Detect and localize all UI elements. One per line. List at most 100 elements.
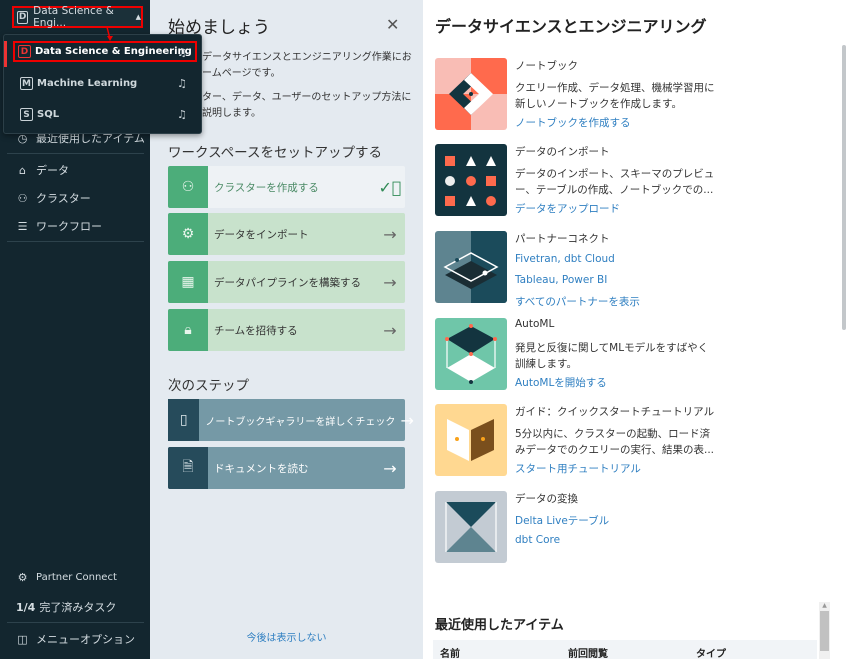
card-label: クラスターを作成する (214, 181, 319, 194)
tasks-count: 1/4 (16, 600, 36, 614)
setup-heading: ワークスペースをセットアップする (168, 145, 382, 161)
divider (7, 153, 144, 154)
workflow-icon: ☰ (17, 219, 28, 233)
pin-icon[interactable]: ♫ (177, 77, 187, 90)
feature-title: ガイド：クイックスタートチュートリアル (515, 406, 715, 418)
feature-desc: クエリー作成、データ処理、機械学習用に新しいノートブックを作成します。 (515, 82, 715, 110)
inner-scrollbar[interactable]: ▲ (819, 602, 830, 659)
card-label: ドキュメントを読む (214, 462, 309, 475)
feature-title: AutoML (515, 318, 555, 330)
notebook-icon: ▯ (168, 399, 200, 441)
selected-indicator (4, 41, 7, 67)
divider (7, 622, 144, 623)
arrow-right-icon: → (383, 458, 397, 478)
data-import-illustration (435, 144, 507, 216)
sidebar-item-clusters[interactable]: ⚇ クラスター (16, 190, 91, 206)
divider (7, 241, 144, 242)
tutorial-link[interactable]: スタート用チュートリアル (515, 461, 641, 476)
lock-icon: 🔒︎ (168, 309, 208, 351)
setup-card-pipeline[interactable]: ▦ データパイプラインを構築する → (168, 261, 405, 303)
create-notebook-link[interactable]: ノートブックを作成する (515, 115, 631, 130)
panel-icon: ◫ (17, 632, 28, 646)
arrow-right-icon: → (383, 224, 397, 244)
feature-title: ノートブック (515, 60, 578, 72)
persona-m-icon: M (20, 77, 33, 90)
feature-notebook: ノートブック クエリー作成、データ処理、機械学習用に新しいノートブックを作成しま… (435, 58, 835, 132)
completed-tasks[interactable]: 1/4 完了済みタスク (16, 599, 116, 615)
feature-quickstart: ガイド：クイックスタートチュートリアル 5分以内に、クラスターの起動、ロード済み… (435, 404, 835, 478)
close-icon[interactable]: ✕ (386, 15, 399, 34)
arrow-right-icon: → (383, 320, 397, 340)
persona-d-icon: D (18, 45, 31, 58)
column-last-viewed[interactable]: 前回閲覧 (568, 645, 608, 660)
notebook-illustration (435, 58, 507, 130)
partner-connect-icon: ⚙ (17, 571, 28, 584)
dont-show-again-link[interactable]: 今後は表示しない (150, 629, 423, 644)
recent-table-header: 名前 前回閲覧 タイプ (433, 640, 817, 660)
sidebar-item-data[interactable]: ⌂ データ (16, 162, 69, 178)
card-label: チームを招待する (214, 324, 298, 337)
feature-partner-connect: パートナーコネクト Fivetran, dbt Cloud Tableau, P… (435, 231, 835, 308)
card-label: データをインポート (214, 228, 309, 241)
table-icon: ▦ (168, 261, 208, 303)
arrow-right-icon: → (400, 410, 414, 430)
intro-text: データサイエンスとエンジニアリング作業にお ームページです。 (202, 52, 412, 79)
persona-item-sql[interactable]: S SQL (20, 108, 59, 121)
setup-card-cluster[interactable]: ⚇ クラスターを作成する ✓⃝ (168, 166, 405, 208)
partner-connect-illustration (435, 231, 507, 303)
column-name[interactable]: 名前 (440, 645, 460, 660)
partner-connect-link[interactable]: ⚙ Partner Connect (16, 571, 117, 584)
tableau-powerbi-link[interactable]: Tableau, Power BI (515, 274, 607, 286)
caret-up-icon: ▲ (135, 13, 141, 21)
next-card-docs[interactable]: 🗎︎ ドキュメントを読む → (168, 447, 405, 489)
fivetran-dbt-link[interactable]: Fivetran, dbt Cloud (515, 253, 615, 265)
pin-icon[interactable]: ♫ (177, 46, 187, 59)
column-type[interactable]: タイプ (696, 645, 726, 660)
dbt-core-link[interactable]: dbt Core (515, 534, 560, 546)
persona-label: Data Science & Engineering (35, 46, 192, 57)
sidebar-item-label: クラスター (36, 192, 91, 205)
menu-options-label: メニューオプション (36, 633, 135, 646)
recent-items-heading: 最近使用したアイテム (435, 618, 564, 633)
next-steps-heading: 次のステップ (168, 378, 249, 394)
cluster-icon: ⚇ (168, 166, 208, 208)
pin-icon[interactable]: ♫ (177, 108, 187, 121)
delta-live-tables-link[interactable]: Delta Liveテーブル (515, 513, 609, 528)
main-content: データサイエンスとエンジニアリング ノートブック クエリー作成、データ処理、機械… (423, 0, 848, 660)
feature-desc: 5分以内に、クラスターの起動、ロード済みデータでのクエリーの実行、結果の表... (515, 428, 715, 456)
cluster-icon: ⚇ (17, 191, 28, 205)
feature-transform: データの変換 Delta Liveテーブル dbt Core (435, 491, 835, 565)
sidebar-item-label: ワークフロー (36, 220, 102, 233)
workspace-switcher[interactable]: D Data Science & Engi... ▲ (12, 5, 143, 29)
card-label: データパイプラインを構築する (214, 276, 361, 289)
check-circle-icon: ✓⃝ (378, 177, 402, 197)
persona-item-ml[interactable]: M Machine Learning (20, 77, 137, 90)
partner-connect-label: Partner Connect (36, 572, 117, 583)
annotation-arrow (106, 26, 113, 41)
setup-card-import[interactable]: ⚙ データをインポート → (168, 213, 405, 255)
feature-data-import: データのインポート データのインポート、スキーマのプレビュー、テーブルの作成、ノ… (435, 144, 835, 218)
sidebar-item-workflows[interactable]: ☰ ワークフロー (16, 218, 102, 234)
sidebar-item-label: データ (36, 164, 69, 177)
tasks-label: 完了済みタスク (39, 601, 117, 614)
setup-card-invite[interactable]: 🔒︎ チームを招待する → (168, 309, 405, 351)
automl-illustration (435, 318, 507, 390)
transform-illustration (435, 491, 507, 563)
persona-s-icon: S (20, 108, 33, 121)
persona-label: SQL (37, 109, 60, 120)
card-label: ノートブックギャラリーを詳しくチェック (205, 416, 396, 428)
gear-icon: ⚙ (168, 213, 208, 255)
feature-title: データの変換 (515, 493, 578, 505)
feature-automl: AutoML 発見と反復に関してMLモデルをすばやく訓練します。 AutoMLを… (435, 318, 835, 392)
persona-item-dse[interactable]: D Data Science & Engineering (13, 41, 197, 62)
feature-title: パートナーコネクト (515, 233, 610, 245)
all-partners-link[interactable]: すべてのパートナーを表示 (515, 294, 640, 309)
start-automl-link[interactable]: AutoMLを開始する (515, 375, 607, 390)
feature-desc: データのインポート、スキーマのプレビュー、テーブルの作成、ノートブックでの... (515, 168, 715, 196)
menu-options-button[interactable]: ◫ メニューオプション (16, 631, 135, 647)
next-card-notebook-gallery[interactable]: ▯ ノートブックギャラリーを詳しくチェック → (168, 399, 414, 441)
page-title: データサイエンスとエンジニアリング (435, 17, 707, 36)
page-scrollbar[interactable] (842, 45, 846, 330)
upload-data-link[interactable]: データをアップロード (515, 201, 620, 216)
feature-title: データのインポート (515, 146, 610, 158)
